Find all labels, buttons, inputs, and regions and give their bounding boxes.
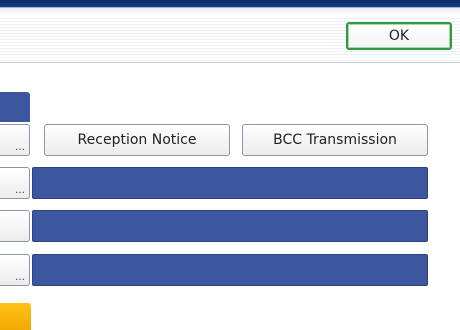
ellipsis-icon: … [15, 185, 25, 196]
input-field-row3[interactable] [32, 210, 428, 242]
dots-button-row4[interactable]: … [0, 254, 30, 286]
reception-notice-button[interactable]: Reception Notice [44, 124, 230, 156]
window-title-bar [0, 0, 460, 16]
orange-tab[interactable] [0, 303, 31, 330]
bcc-transmission-button[interactable]: BCC Transmission [242, 124, 428, 156]
dots-button-row2[interactable]: … [0, 167, 30, 199]
left-blue-tab[interactable] [0, 92, 30, 122]
ellipsis-icon: … [15, 272, 25, 283]
ellipsis-icon: … [15, 142, 25, 153]
input-field-row2[interactable] [32, 167, 428, 199]
dots-button-row1[interactable]: … [0, 124, 30, 156]
left-button-row3[interactable] [0, 210, 30, 242]
input-field-row4[interactable] [32, 254, 428, 286]
ok-button[interactable]: OK [346, 22, 452, 50]
